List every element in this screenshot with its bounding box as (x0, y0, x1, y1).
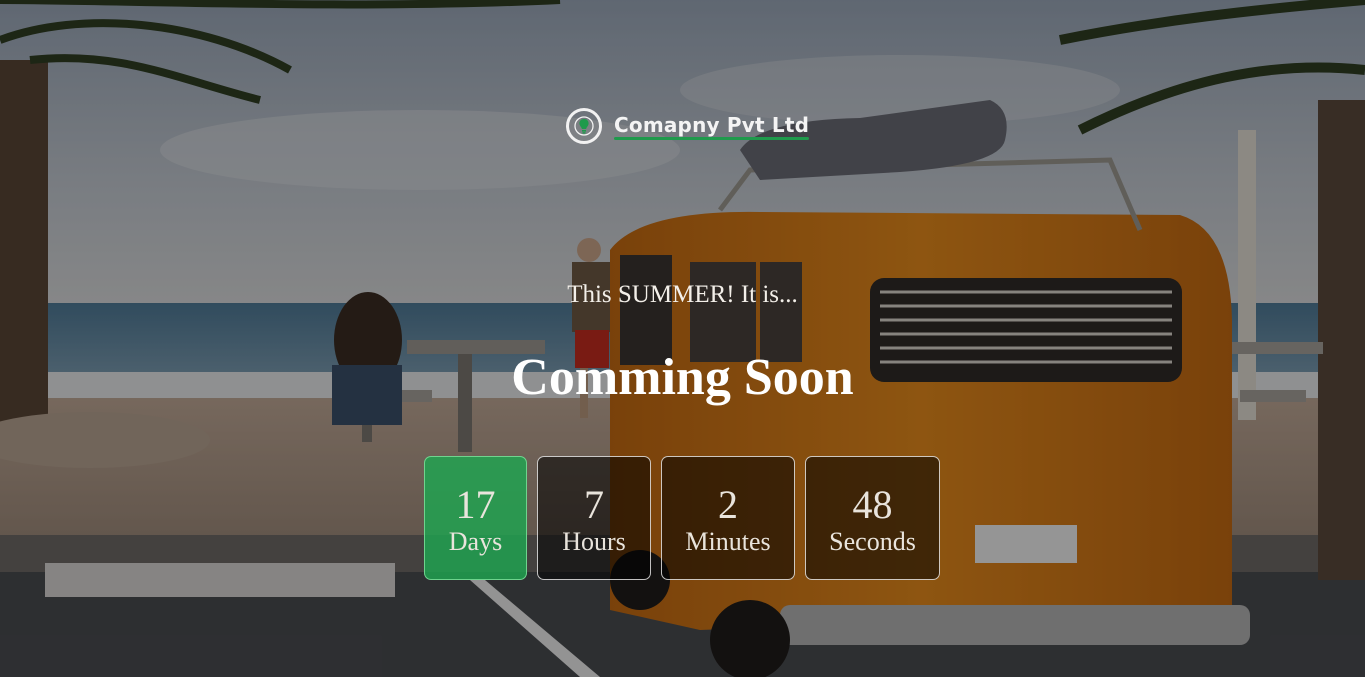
page-title: Comming Soon (511, 349, 854, 406)
countdown-days: 17 Days (424, 456, 527, 580)
coming-soon-content: Comapny Pvt Ltd This SUMMER! It is... Co… (0, 0, 1365, 677)
minutes-value: 2 (718, 482, 738, 527)
hours-label: Hours (562, 527, 626, 556)
countdown-seconds: 48 Seconds (805, 456, 940, 580)
seconds-label: Seconds (829, 527, 916, 556)
days-value: 17 (455, 482, 496, 527)
minutes-label: Minutes (685, 527, 771, 556)
brand-name: Comapny Pvt Ltd (614, 113, 810, 140)
lightbulb-icon (566, 108, 602, 144)
hours-value: 7 (584, 482, 604, 527)
tagline: This SUMMER! It is... (567, 281, 798, 308)
days-label: Days (448, 527, 503, 556)
countdown-hours: 7 Hours (537, 456, 651, 580)
countdown-minutes: 2 Minutes (661, 456, 795, 580)
seconds-value: 48 (852, 482, 893, 527)
brand-logo[interactable]: Comapny Pvt Ltd (566, 105, 810, 147)
